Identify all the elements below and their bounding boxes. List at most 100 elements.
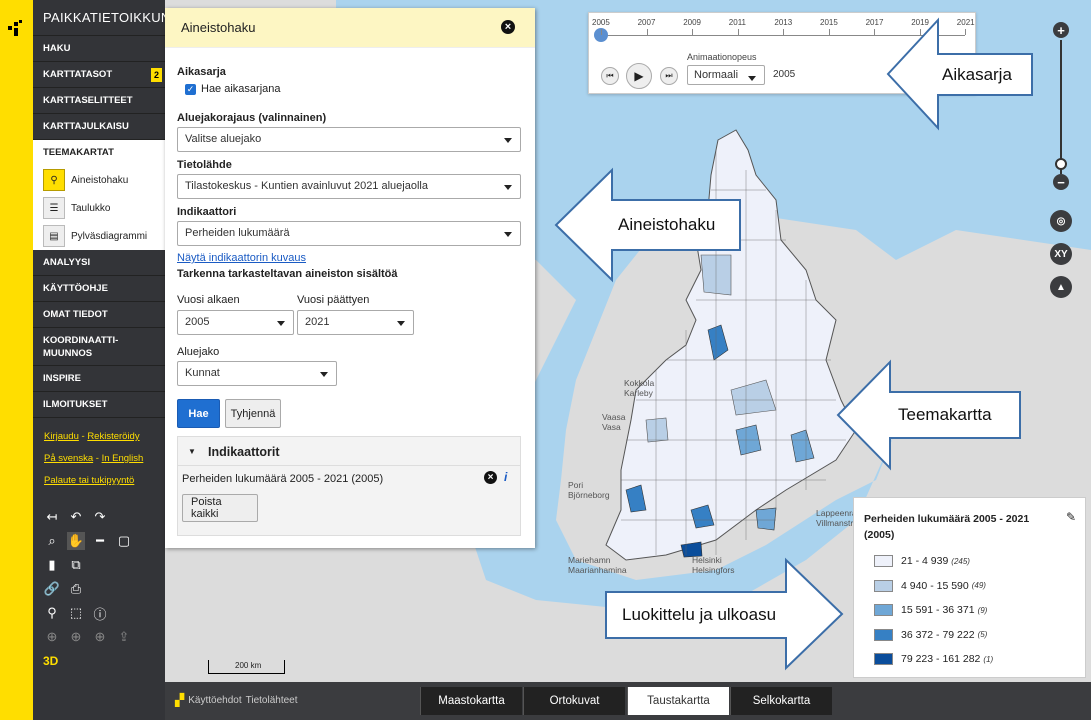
- add-area-icon[interactable]: ⊕: [91, 628, 109, 646]
- edit-pencil-icon[interactable]: ✎: [1066, 510, 1076, 524]
- sidebar-item-teemakartat[interactable]: TEEMAKARTAT: [33, 140, 165, 166]
- import-icon[interactable]: ⇪: [115, 628, 133, 646]
- coordinates-xy-icon[interactable]: XY: [1050, 243, 1072, 265]
- timeline-track[interactable]: [601, 35, 965, 36]
- timeline-tick: [601, 29, 602, 35]
- zoom-box-icon[interactable]: ⌕: [43, 532, 61, 550]
- compare-icon[interactable]: ⧉: [67, 556, 85, 574]
- link-icon[interactable]: 🔗: [43, 580, 61, 598]
- sidebar-item-analyysi[interactable]: ANALYYSI: [33, 250, 165, 276]
- search-icon: ⚲: [43, 169, 65, 191]
- sidebar-item-omat-tiedot[interactable]: OMAT TIEDOT: [33, 302, 165, 328]
- sidebar-item-label: INSPIRE: [43, 373, 82, 384]
- logo-icon: [8, 20, 22, 36]
- sidebar-item-koordinaatti-muunnos[interactable]: KOORDINAATTI-MUUNNOS: [33, 328, 165, 366]
- redo-icon[interactable]: ↷: [91, 508, 109, 526]
- tyhjenna-button[interactable]: Tyhjennä: [225, 399, 281, 428]
- zoom-in-icon[interactable]: +: [1053, 22, 1069, 38]
- sidebar-item-karttaselitteet[interactable]: KARTTASELITTEET: [33, 88, 165, 114]
- three-d-button[interactable]: 3D: [43, 654, 58, 668]
- north-arrow-icon[interactable]: ▲: [1050, 276, 1072, 298]
- remove-indicator-icon[interactable]: ×: [484, 471, 497, 484]
- timeline-tick: [646, 29, 648, 35]
- sidebar-item-label: OMAT TIEDOT: [43, 309, 108, 320]
- vuosi-alkaen-select[interactable]: 2005: [177, 310, 294, 335]
- tool-bar-chart[interactable]: ▤ Pylväsdiagrammi: [33, 222, 165, 250]
- hae-button[interactable]: Hae: [177, 399, 220, 428]
- zoom-out-icon[interactable]: −: [1053, 174, 1069, 190]
- checkbox-checked-icon[interactable]: ✓: [185, 83, 196, 95]
- tool-label: Aineistohaku: [71, 174, 129, 186]
- timeline-year-label: 2009: [683, 18, 701, 27]
- vuosi-paattyen-select[interactable]: 2021: [297, 310, 414, 335]
- bottom-links: ▞ Käyttöehdot Tietolähteet: [175, 693, 298, 707]
- add-point-icon[interactable]: ⊕: [43, 628, 61, 646]
- sidebar-item-ilmoitukset[interactable]: ILMOITUKSET: [33, 392, 165, 418]
- zoom-control[interactable]: + −: [1053, 22, 1071, 192]
- indikaattori-select[interactable]: Perheiden lukumäärä: [177, 221, 521, 246]
- pan-hand-icon[interactable]: ✋: [67, 532, 85, 550]
- basemap-tab[interactable]: Ortokuvat: [523, 687, 625, 715]
- basemap-tab[interactable]: Maastokartta: [420, 687, 522, 715]
- undo-icon[interactable]: ↶: [67, 508, 85, 526]
- terms-link[interactable]: Käyttöehdot: [188, 695, 241, 706]
- add-line-icon[interactable]: ⊕: [67, 628, 85, 646]
- table-icon: ☰: [43, 197, 65, 219]
- tietolahde-select[interactable]: Tilastokeskus - Kuntien avainluvut 2021 …: [177, 174, 521, 199]
- tool-table[interactable]: ☰ Taulukko: [33, 194, 165, 222]
- vuosi-alkaen-label: Vuosi alkaen: [177, 294, 240, 306]
- step-forward-icon[interactable]: ⏭: [660, 67, 678, 85]
- feature-info-icon[interactable]: ⓘ: [91, 604, 109, 622]
- english-link[interactable]: In English: [102, 453, 144, 464]
- sidebar-item-käyttöohje[interactable]: KÄYTTÖOHJE: [33, 276, 165, 302]
- sources-link[interactable]: Tietolähteet: [246, 695, 298, 706]
- indikaattori-item: Perheiden lukumäärä 2005 - 2021 (2005): [182, 473, 384, 485]
- play-icon[interactable]: ▶: [626, 63, 652, 89]
- aluejako-select[interactable]: Kunnat: [177, 361, 337, 386]
- close-icon[interactable]: ×: [501, 20, 515, 34]
- place-label-mariehamn: Mariehamn Maarianhamina: [568, 555, 627, 575]
- aluejako-label: Aluejako: [177, 346, 220, 358]
- legend-range: 15 591 - 36 371: [901, 604, 975, 616]
- legend-range: 36 372 - 79 222: [901, 628, 975, 641]
- collapse-arrow-icon[interactable]: ▼: [188, 447, 196, 456]
- register-link[interactable]: Rekisteröidy: [87, 431, 139, 442]
- timeline-year-label: 2011: [728, 18, 746, 27]
- aikasarja-checkbox-row[interactable]: ✓ Hae aikasarjana: [185, 83, 281, 95]
- sidebar-item-karttajulkaisu[interactable]: KARTTAJULKAISU: [33, 114, 165, 140]
- bottom-bar: ▞ Käyttöehdot Tietolähteet Maastokartta O…: [165, 682, 1091, 720]
- feedback-link[interactable]: Palaute tai tukipyyntö: [44, 475, 134, 486]
- timeline-tick: [874, 29, 875, 35]
- measure-line-icon[interactable]: ━: [91, 532, 109, 550]
- login-link[interactable]: Kirjaudu: [44, 431, 79, 442]
- speed-select[interactable]: Normaali: [687, 65, 765, 85]
- aluejakorajaus-select[interactable]: Valitse aluejako: [177, 127, 521, 152]
- svenska-link[interactable]: På svenska: [44, 453, 93, 464]
- poista-kaikki-button[interactable]: Poista kaikki: [182, 494, 258, 522]
- basemap-tab[interactable]: Taustakartta: [627, 687, 729, 715]
- callout-aineistohaku: Aineistohaku: [618, 215, 716, 234]
- sidebar-item-inspire[interactable]: INSPIRE: [33, 366, 165, 392]
- info-icon[interactable]: i: [504, 470, 507, 484]
- indikaattori-kuvaus-link[interactable]: Näytä indikaattorin kuvaus: [177, 252, 306, 264]
- zoom-slider[interactable]: [1060, 40, 1062, 174]
- tool-search[interactable]: ⚲ Aineistohaku: [33, 166, 165, 194]
- timeline-year-label: 2013: [774, 18, 793, 27]
- select-icon[interactable]: ⬚: [67, 604, 85, 622]
- zoom-handle[interactable]: [1055, 158, 1067, 170]
- panel-header: Aineistohaku ×: [165, 8, 535, 48]
- basemap-tab[interactable]: Selkokartta: [730, 687, 832, 715]
- indikaattorit-box: ▼ Indikaattorit Perheiden lukumäärä 2005…: [177, 436, 521, 536]
- legend-panel: Perheiden lukumäärä 2005 - 2021 (2005) ✎…: [853, 497, 1086, 678]
- zoom-to-start-icon[interactable]: ↤: [43, 508, 61, 526]
- sidebar-item-haku[interactable]: HAKU: [33, 36, 165, 62]
- step-back-icon[interactable]: ⏮: [601, 67, 619, 85]
- print-icon[interactable]: ⎙: [67, 580, 85, 598]
- marker-icon[interactable]: ⚲: [43, 604, 61, 622]
- sidebar-item-label: KÄYTTÖOHJE: [43, 283, 108, 294]
- place-label-pori: Pori Björneborg: [568, 480, 610, 500]
- map-book-icon[interactable]: ▮: [43, 556, 61, 574]
- sidebar-item-karttatasot[interactable]: KARTTATASOT 2: [33, 62, 165, 88]
- locate-icon[interactable]: ◎: [1050, 210, 1072, 232]
- measure-area-icon[interactable]: ▢: [115, 532, 133, 550]
